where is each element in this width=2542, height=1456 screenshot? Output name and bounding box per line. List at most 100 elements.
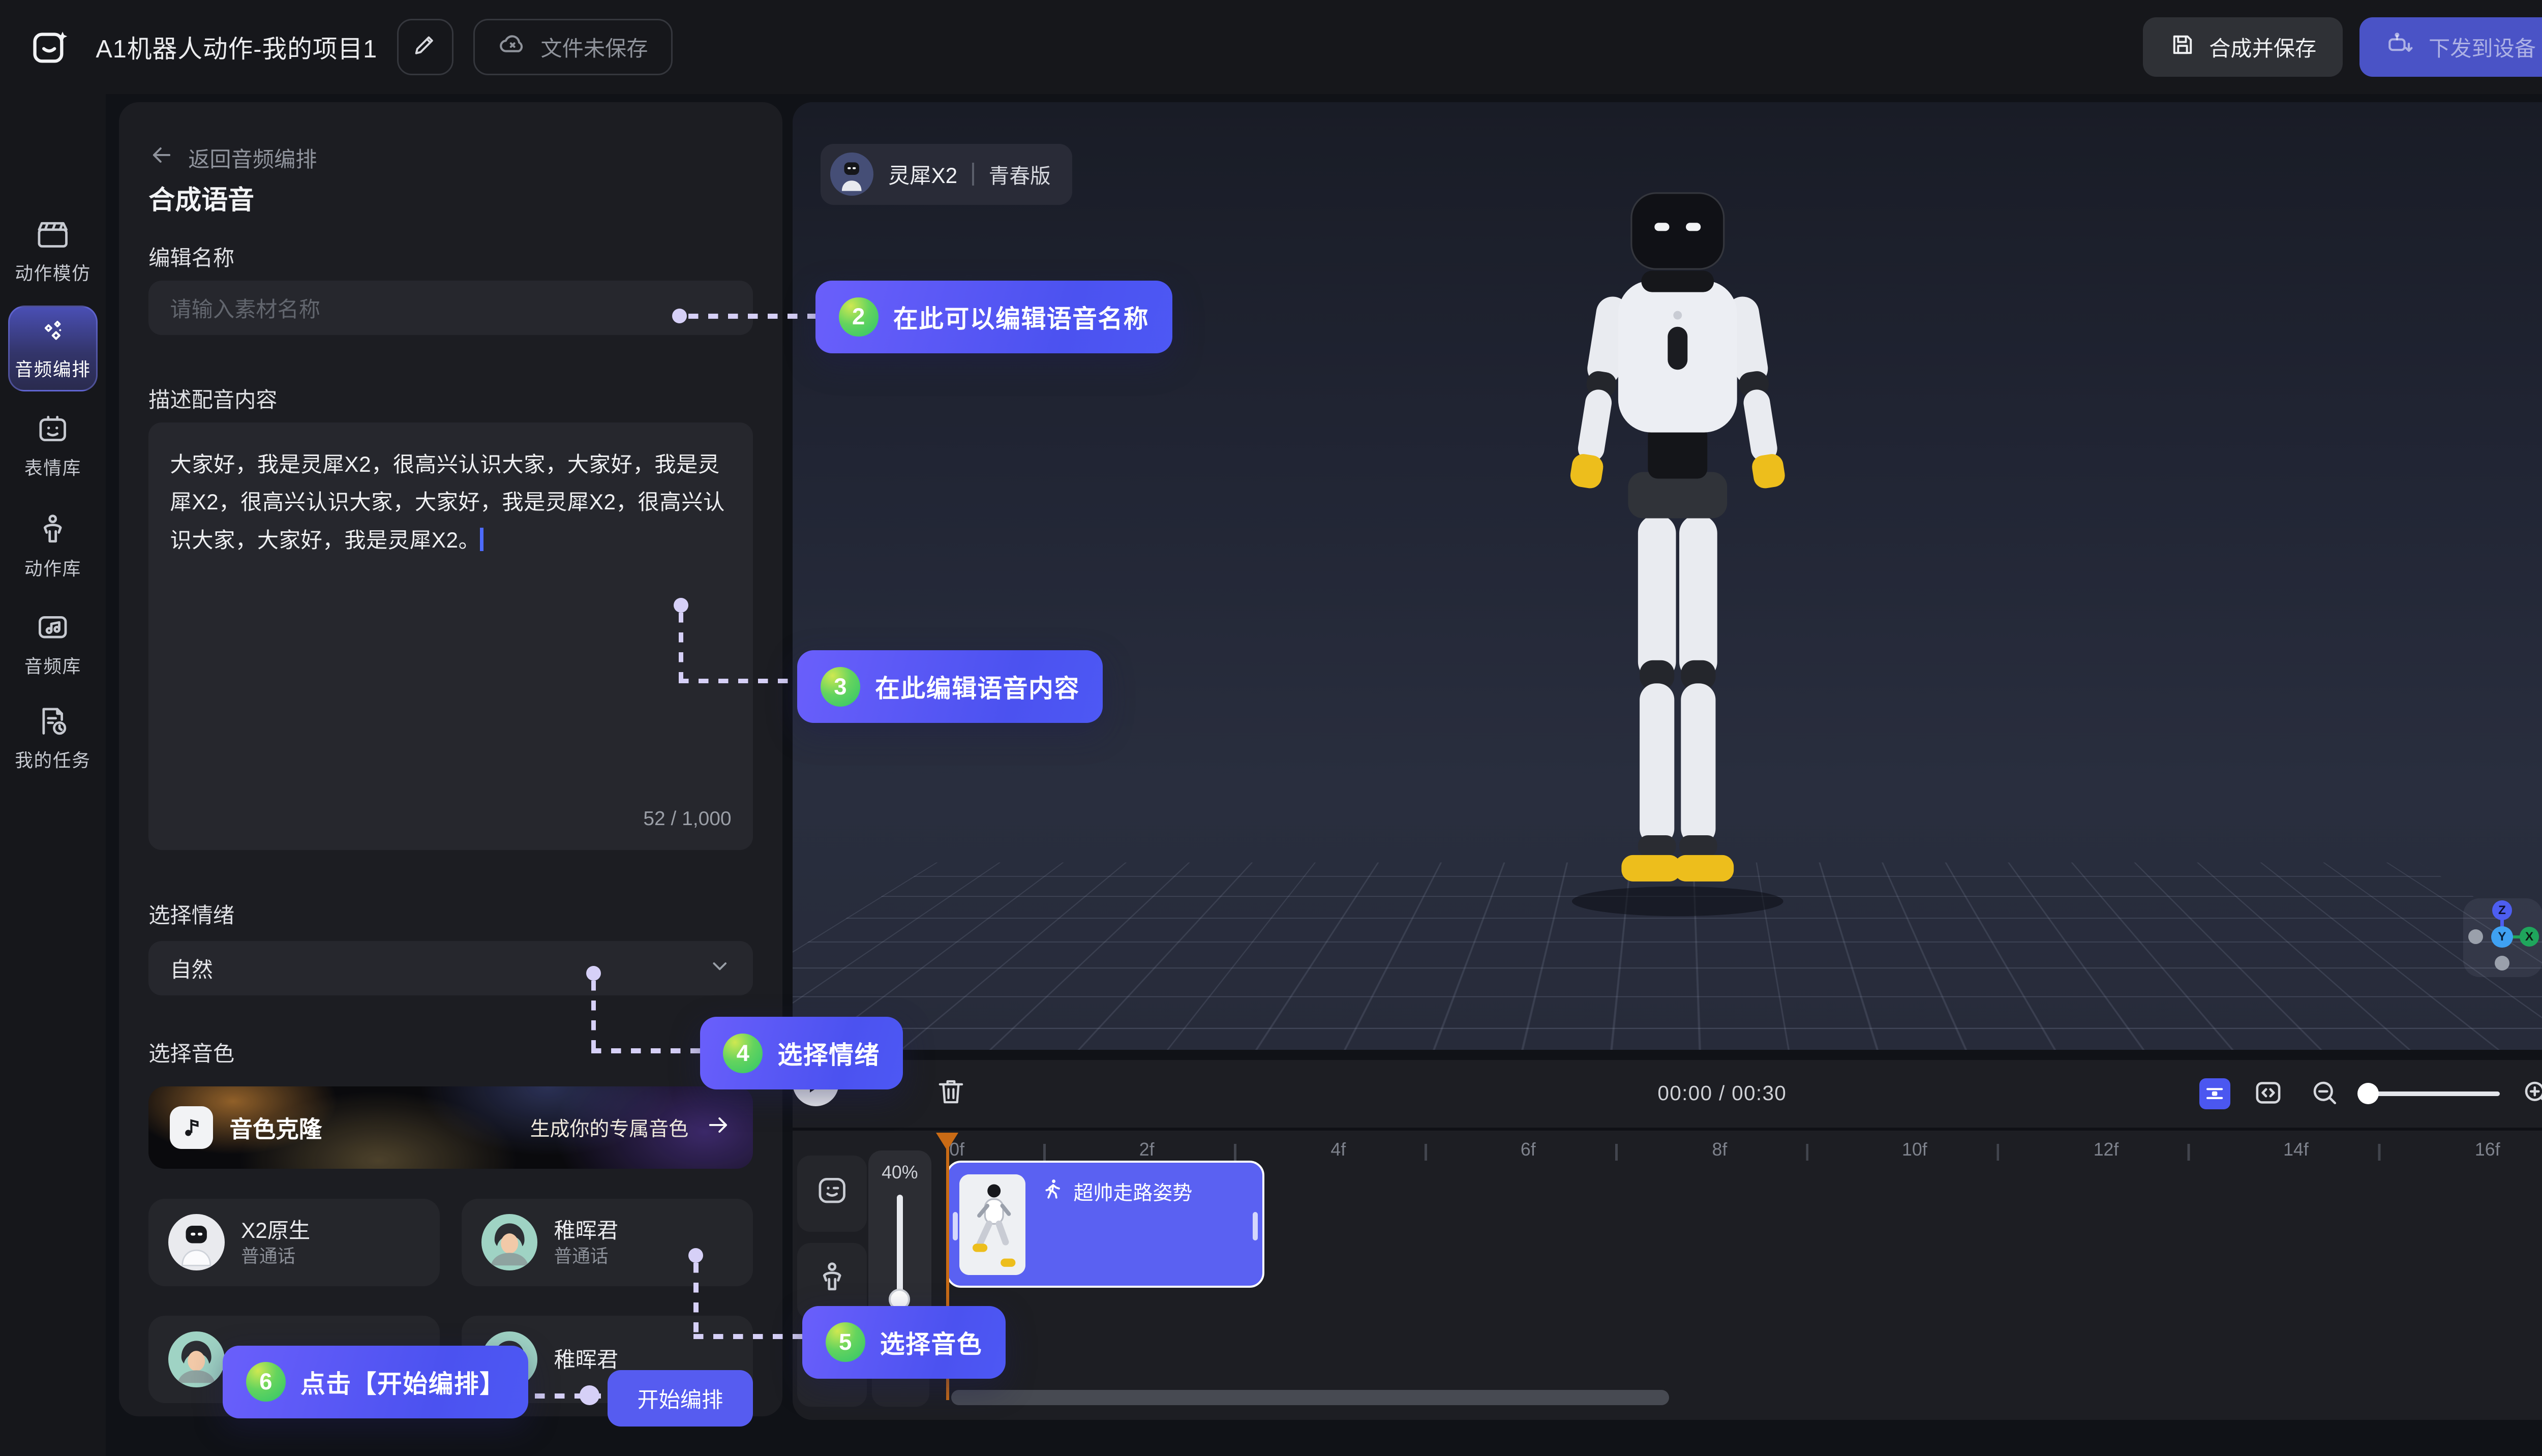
panel-title: 合成语音 bbox=[148, 178, 753, 217]
back-arrow-icon bbox=[148, 142, 175, 173]
axis-neg-z[interactable] bbox=[2495, 956, 2509, 970]
person-icon bbox=[35, 512, 71, 548]
name-label: 编辑名称 bbox=[148, 241, 753, 272]
top-bar: A1机器人动作-我的项目1 文件未保存 合成并保存 bbox=[0, 0, 2542, 94]
voice-clone-banner[interactable]: 音色克隆 生成你的专属音色 bbox=[148, 1086, 753, 1169]
person-icon bbox=[814, 1260, 850, 1302]
tutorial-step-5: 5 选择音色 bbox=[802, 1306, 1005, 1379]
speech-content-textarea[interactable]: 大家好，我是灵犀X2，很高兴认识大家，大家好，我是灵犀X2，很高兴认识大家，大家… bbox=[148, 422, 753, 850]
sidebar: 动作模仿 音频编排 表情库 动作库 音频库 我的任务 bbox=[0, 94, 106, 1456]
zoom-out-button[interactable] bbox=[2308, 1076, 2341, 1116]
sidebar-item-expression-lib[interactable]: 表情库 bbox=[0, 411, 106, 480]
char-counter: 52 / 1,000 bbox=[643, 808, 731, 830]
emotion-select[interactable]: 自然 bbox=[148, 941, 753, 995]
robot-model-badge: 灵犀X2 青春版 bbox=[821, 144, 1072, 205]
connector-dot bbox=[580, 1385, 599, 1405]
speech-synthesis-panel: 返回音频编排 合成语音 编辑名称 请输入素材名称 描述配音内容 大家好，我是灵犀… bbox=[119, 102, 782, 1416]
divider bbox=[793, 1128, 2542, 1131]
clip-trim-left[interactable] bbox=[953, 1212, 958, 1240]
step-number: 3 bbox=[821, 667, 860, 707]
music-note-icon bbox=[170, 1106, 213, 1149]
connector-line bbox=[688, 314, 815, 319]
arrow-right-icon bbox=[705, 1112, 732, 1143]
app-root: A1机器人动作-我的项目1 文件未保存 合成并保存 bbox=[0, 0, 2542, 1456]
step-number: 6 bbox=[246, 1362, 286, 1402]
volume-value: 40% bbox=[882, 1162, 918, 1183]
robot-badge-avatar bbox=[830, 153, 873, 195]
sidebar-item-motion-lib[interactable]: 动作库 bbox=[0, 512, 106, 581]
robot-download-icon bbox=[2386, 29, 2415, 64]
axis-neg-x[interactable] bbox=[2468, 929, 2483, 944]
expression-track-button[interactable] bbox=[797, 1156, 866, 1231]
sidebar-item-my-tasks[interactable]: 我的任务 bbox=[0, 703, 106, 772]
pencil-icon bbox=[412, 31, 438, 63]
connector-dot bbox=[586, 966, 601, 981]
clapperboard-icon bbox=[35, 216, 71, 252]
tutorial-step-2: 2 在此可以编辑语音名称 bbox=[815, 281, 1172, 353]
step-number: 4 bbox=[723, 1034, 763, 1073]
robot-face-icon bbox=[35, 411, 71, 447]
task-list-icon bbox=[35, 703, 71, 739]
clip-thumbnail bbox=[959, 1174, 1025, 1275]
timeline-zoom-slider[interactable] bbox=[2361, 1091, 2500, 1097]
sidebar-item-audio-lib[interactable]: 音频库 bbox=[0, 609, 106, 678]
save-icon bbox=[2169, 32, 2196, 63]
timeline-panel: 00:00 / 00:30 0f 2f 4f 6f 8f 10f 12f 14f… bbox=[793, 1060, 2542, 1420]
step-number: 5 bbox=[826, 1322, 865, 1362]
text-cursor bbox=[480, 528, 483, 551]
keyframe-view-button[interactable] bbox=[2199, 1078, 2231, 1110]
ruler-ticks bbox=[1043, 1144, 2529, 1160]
material-name-input[interactable]: 请输入素材名称 bbox=[148, 281, 753, 335]
step-number: 2 bbox=[839, 297, 879, 337]
clip-trim-right[interactable] bbox=[1253, 1212, 1258, 1240]
chevron-down-icon bbox=[708, 954, 731, 982]
project-title: A1机器人动作-我的项目1 bbox=[96, 29, 377, 65]
connector-line bbox=[679, 679, 798, 684]
voice-card-x2[interactable]: X2原生普通话 bbox=[148, 1199, 440, 1286]
fit-view-button[interactable] bbox=[2252, 1076, 2285, 1116]
content-label: 描述配音内容 bbox=[148, 383, 753, 414]
axis-gizmo[interactable]: Z Y X bbox=[2463, 898, 2542, 978]
app-logo-icon[interactable] bbox=[26, 22, 76, 72]
connector-line bbox=[693, 1263, 699, 1337]
back-link[interactable]: 返回音频编排 bbox=[148, 142, 753, 173]
deploy-button[interactable]: 下发到设备 bbox=[2359, 17, 2542, 77]
axis-z[interactable]: Z bbox=[2492, 900, 2512, 920]
tutorial-step-6: 6 点击【开始编排】 bbox=[223, 1346, 528, 1418]
cloud-unsaved-icon bbox=[498, 29, 527, 64]
zoom-in-button[interactable] bbox=[2520, 1076, 2542, 1116]
input-placeholder: 请输入素材名称 bbox=[170, 292, 320, 323]
tutorial-step-4: 4 选择情绪 bbox=[700, 1017, 903, 1089]
robot-figure bbox=[1546, 188, 1810, 923]
file-status-button[interactable]: 文件未保存 bbox=[473, 19, 673, 75]
sparkles-icon bbox=[36, 316, 69, 349]
delete-clip-button[interactable] bbox=[934, 1075, 967, 1114]
save-button[interactable]: 合成并保存 bbox=[2143, 17, 2343, 77]
sidebar-item-audio-arrange[interactable]: 音频编排 bbox=[8, 306, 97, 391]
voice-card-zhihui[interactable]: 稚晖君普通话 bbox=[462, 1199, 753, 1286]
axis-y[interactable]: Y bbox=[2491, 926, 2513, 948]
human-avatar bbox=[168, 1331, 224, 1387]
music-card-icon bbox=[35, 609, 71, 645]
walking-icon bbox=[1041, 1177, 1064, 1205]
wink-face-icon bbox=[814, 1172, 850, 1215]
start-arrange-button[interactable]: 开始编排 bbox=[608, 1370, 753, 1426]
human-avatar bbox=[481, 1214, 537, 1270]
connector-line bbox=[591, 1048, 700, 1053]
playback-time: 00:00 / 00:30 bbox=[1657, 1081, 1787, 1105]
3d-viewport[interactable]: 灵犀X2 青春版 Z Y X bbox=[793, 102, 2542, 1050]
axis-x[interactable]: X bbox=[2520, 927, 2539, 947]
slider-knob[interactable] bbox=[2357, 1083, 2379, 1104]
timeline-scrollbar[interactable] bbox=[951, 1390, 1670, 1405]
motion-clip[interactable]: 超帅走路姿势 bbox=[946, 1161, 1265, 1288]
sidebar-item-motion-mimic[interactable]: 动作模仿 bbox=[0, 216, 106, 285]
divider bbox=[972, 163, 974, 186]
connector-dot bbox=[674, 598, 688, 613]
robot-avatar bbox=[168, 1214, 224, 1270]
emotion-label: 选择情绪 bbox=[148, 898, 753, 929]
connector-line bbox=[693, 1334, 802, 1339]
volume-slider[interactable] bbox=[897, 1195, 902, 1300]
rename-button[interactable] bbox=[397, 19, 453, 75]
connector-line bbox=[679, 613, 684, 682]
tutorial-step-3: 3 在此编辑语音内容 bbox=[797, 650, 1103, 723]
